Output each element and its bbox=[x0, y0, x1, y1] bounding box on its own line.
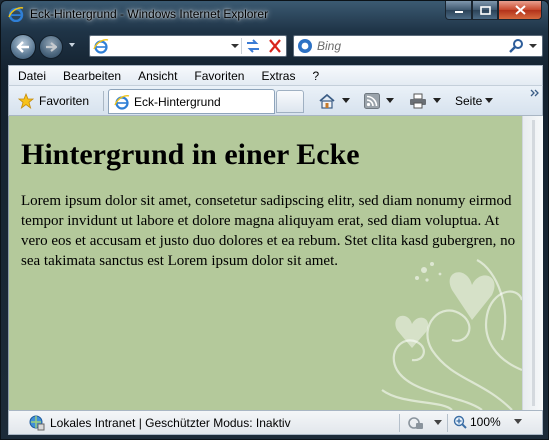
forward-button[interactable] bbox=[39, 35, 63, 59]
tab-eck-hintergrund[interactable]: Eck-Hintergrund bbox=[108, 89, 275, 114]
status-separator bbox=[399, 414, 400, 432]
back-icon bbox=[16, 41, 29, 53]
page-heading: Hintergrund in einer Ecke bbox=[21, 138, 360, 171]
maximize-button[interactable] bbox=[472, 1, 498, 20]
favorites-bar: Favoriten Eck-Hintergrund Seite bbox=[8, 85, 543, 116]
feeds-icon bbox=[364, 93, 380, 109]
page-menu-label: Seite bbox=[455, 94, 483, 108]
favorites-star-icon[interactable] bbox=[18, 93, 34, 109]
forward-icon bbox=[46, 42, 57, 52]
page-dropdown-icon bbox=[485, 98, 494, 103]
page-menu-button[interactable]: Seite bbox=[455, 91, 494, 111]
search-icon[interactable] bbox=[507, 38, 525, 54]
menu-extras[interactable]: Extras bbox=[252, 66, 303, 86]
zone-status-text: Lokales Intranet | Geschützter Modus: In… bbox=[50, 416, 291, 430]
page-content: Hintergrund in einer Ecke Lorem ipsum do… bbox=[8, 116, 522, 410]
search-bar bbox=[293, 35, 543, 57]
address-input[interactable] bbox=[112, 37, 232, 55]
ie-page-icon bbox=[93, 39, 109, 54]
address-bar bbox=[89, 35, 287, 57]
new-tab-button[interactable] bbox=[276, 90, 304, 113]
stop-icon[interactable] bbox=[265, 37, 285, 55]
home-button[interactable] bbox=[318, 91, 350, 111]
menu-datei[interactable]: Datei bbox=[9, 66, 54, 86]
page-paragraph: Lorem ipsum dolor sit amet, consetetur s… bbox=[21, 193, 516, 269]
favorites-button[interactable]: Favoriten bbox=[39, 94, 89, 108]
maximize-icon bbox=[479, 5, 491, 15]
status-bar: Lokales Intranet | Geschützter Modus: In… bbox=[8, 410, 543, 435]
back-button[interactable] bbox=[10, 34, 36, 60]
scrollbar-track bbox=[532, 120, 535, 406]
menu-help[interactable]: ? bbox=[303, 66, 327, 86]
title-bar: Eck-Hintergrund - Windows Internet Explo… bbox=[1, 1, 548, 27]
feeds-button[interactable] bbox=[364, 91, 394, 111]
protected-mode-button[interactable] bbox=[408, 415, 442, 431]
refresh-icon[interactable] bbox=[243, 37, 263, 55]
menu-favoriten[interactable]: Favoriten bbox=[185, 66, 252, 86]
favorites-separator bbox=[103, 91, 104, 111]
protected-mode-icon bbox=[408, 417, 423, 429]
zoom-dropdown-icon bbox=[513, 419, 522, 424]
protected-mode-dropdown-icon bbox=[434, 420, 442, 425]
print-dropdown-icon bbox=[433, 98, 441, 103]
close-button[interactable] bbox=[498, 1, 542, 20]
minimize-button[interactable] bbox=[445, 1, 472, 20]
search-options-dropdown[interactable] bbox=[528, 42, 538, 50]
window-controls bbox=[445, 1, 542, 20]
zoom-button[interactable]: 100% bbox=[453, 415, 522, 429]
recent-pages-dropdown[interactable] bbox=[68, 41, 76, 49]
search-input[interactable] bbox=[317, 37, 497, 55]
print-button[interactable] bbox=[409, 91, 441, 111]
browser-window: Eck-Hintergrund - Windows Internet Explo… bbox=[0, 0, 549, 440]
address-dropdown[interactable] bbox=[230, 42, 240, 50]
vertical-scrollbar[interactable] bbox=[522, 116, 543, 410]
status-separator bbox=[447, 414, 448, 432]
bing-icon bbox=[298, 39, 312, 53]
zoom-icon bbox=[453, 415, 467, 429]
home-dropdown-icon bbox=[342, 98, 350, 103]
tab-label: Eck-Hintergrund bbox=[134, 95, 221, 109]
ie-logo-icon bbox=[8, 7, 24, 22]
window-title: Eck-Hintergrund - Windows Internet Explo… bbox=[30, 7, 269, 21]
menu-bar: Datei Bearbeiten Ansicht Favoriten Extra… bbox=[8, 65, 543, 85]
menu-ansicht[interactable]: Ansicht bbox=[129, 66, 185, 86]
print-icon bbox=[410, 93, 426, 109]
close-icon bbox=[514, 5, 526, 15]
address-separator bbox=[241, 38, 242, 54]
feeds-dropdown-icon bbox=[386, 98, 394, 103]
ie-page-icon bbox=[114, 95, 130, 110]
menu-bearbeiten[interactable]: Bearbeiten bbox=[54, 66, 129, 86]
home-icon bbox=[319, 93, 335, 109]
chevron-right-icon[interactable] bbox=[530, 89, 540, 97]
zoom-level: 100% bbox=[470, 415, 501, 429]
intranet-icon bbox=[29, 415, 45, 431]
minimize-icon bbox=[454, 11, 463, 13]
